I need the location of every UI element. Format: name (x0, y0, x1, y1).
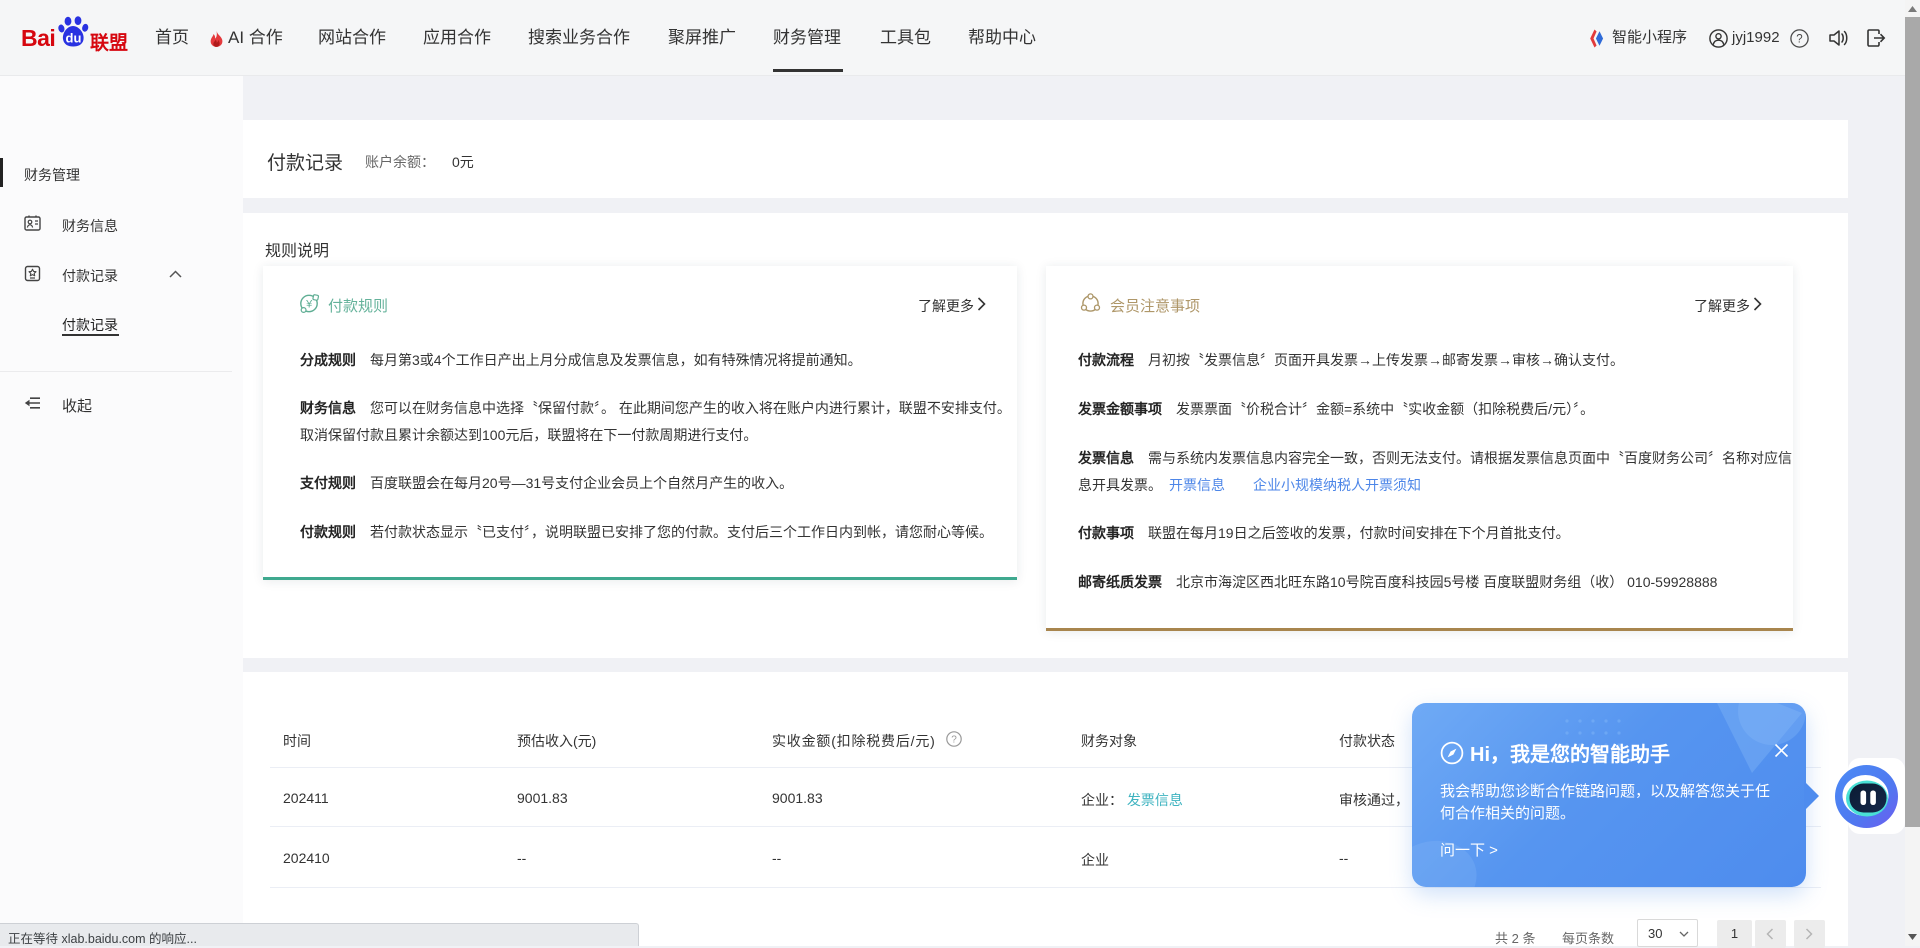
svg-text:?: ? (951, 735, 957, 746)
svg-text:du: du (66, 31, 82, 46)
svg-text:?: ? (1796, 34, 1802, 46)
